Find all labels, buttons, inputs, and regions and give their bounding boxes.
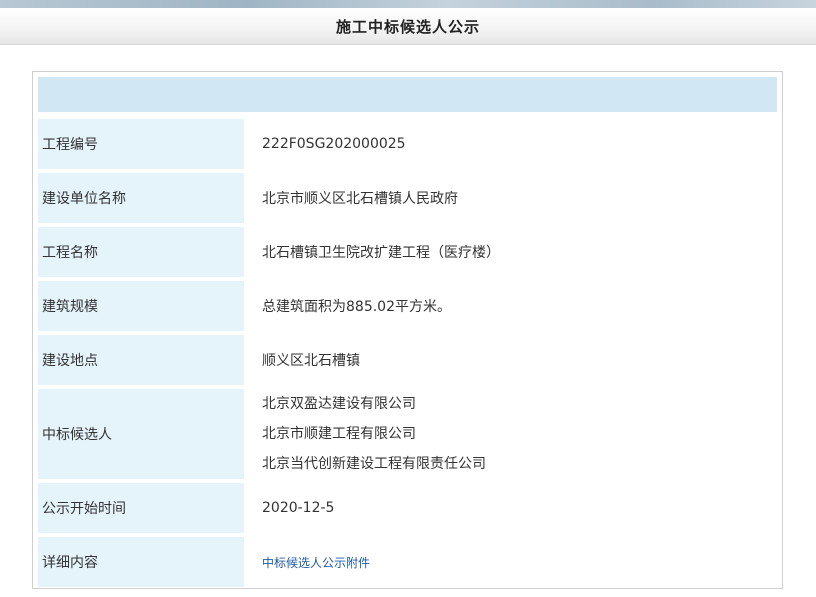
row-label-builder: 建设单位名称	[38, 173, 244, 223]
info-panel: 工程编号 222F0SG202000025 建设单位名称 北京市顺义区北石槽镇人…	[32, 71, 783, 589]
row-label-publish-date: 公示开始时间	[38, 483, 244, 533]
row-value-location: 顺义区北石槽镇	[250, 335, 777, 385]
row-value-publish-date: 2020-12-5	[250, 483, 777, 533]
row-label-candidates: 中标候选人	[38, 389, 244, 479]
row-value-project-name: 北石槽镇卫生院改扩建工程（医疗楼）	[250, 227, 777, 277]
info-table: 工程编号 222F0SG202000025 建设单位名称 北京市顺义区北石槽镇人…	[38, 115, 777, 591]
panel-header-bar	[38, 77, 777, 112]
table-row: 工程名称 北石槽镇卫生院改扩建工程（医疗楼）	[38, 227, 777, 277]
table-row: 中标候选人 北京双盈达建设有限公司 北京市顺建工程有限公司 北京当代创新建设工程…	[38, 389, 777, 479]
candidate-item: 北京双盈达建设有限公司	[262, 396, 416, 412]
row-value-scale: 总建筑面积为885.02平方米。	[250, 281, 777, 331]
candidate-item: 北京当代创新建设工程有限责任公司	[262, 456, 486, 472]
row-value-details: 中标候选人公示附件	[250, 537, 777, 587]
row-label-project-name: 工程名称	[38, 227, 244, 277]
row-value-candidates: 北京双盈达建设有限公司 北京市顺建工程有限公司 北京当代创新建设工程有限责任公司	[250, 389, 777, 479]
row-value-project-number: 222F0SG202000025	[250, 119, 777, 169]
page-header: 施工中标候选人公示	[0, 8, 816, 45]
row-value-builder: 北京市顺义区北石槽镇人民政府	[250, 173, 777, 223]
table-row: 公示开始时间 2020-12-5	[38, 483, 777, 533]
table-row: 建设地点 顺义区北石槽镇	[38, 335, 777, 385]
table-row: 详细内容 中标候选人公示附件	[38, 537, 777, 587]
row-label-scale: 建筑规模	[38, 281, 244, 331]
attachment-link[interactable]: 中标候选人公示附件	[262, 556, 370, 570]
page-title: 施工中标候选人公示	[335, 17, 480, 36]
row-label-location: 建设地点	[38, 335, 244, 385]
candidate-item: 北京市顺建工程有限公司	[262, 426, 416, 442]
top-banner-strip	[0, 0, 816, 8]
row-label-project-number: 工程编号	[38, 119, 244, 169]
table-row: 建设单位名称 北京市顺义区北石槽镇人民政府	[38, 173, 777, 223]
table-row: 建筑规模 总建筑面积为885.02平方米。	[38, 281, 777, 331]
row-label-details: 详细内容	[38, 537, 244, 587]
table-row: 工程编号 222F0SG202000025	[38, 119, 777, 169]
